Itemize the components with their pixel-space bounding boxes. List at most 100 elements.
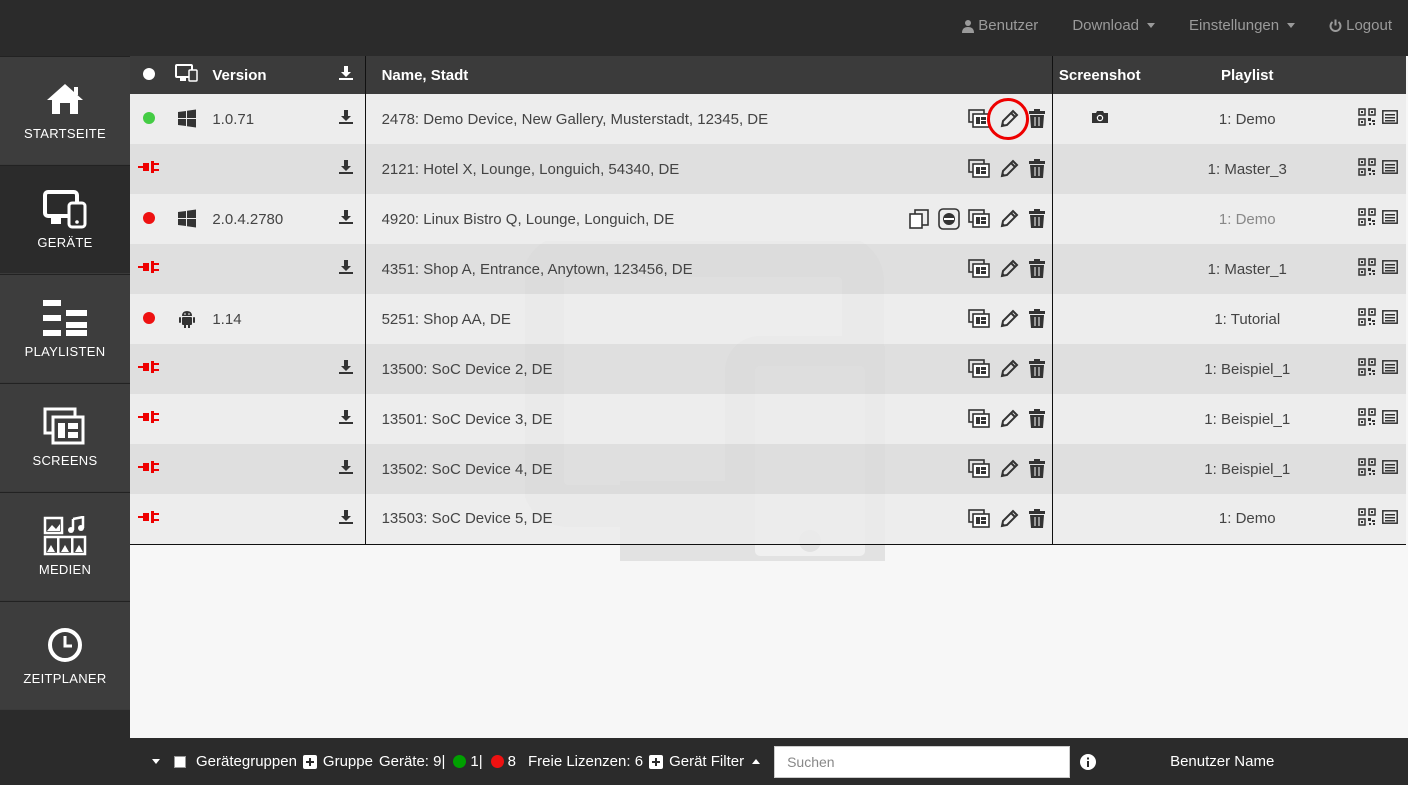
edit-pencil-icon[interactable] [998, 358, 1020, 380]
screenshot-column-header[interactable]: Screenshot [1051, 56, 1147, 94]
sidebar-item-screens[interactable]: SCREENS [0, 383, 130, 492]
screens-icon[interactable] [967, 259, 990, 279]
playlist-details-icon[interactable] [1382, 310, 1398, 324]
table-row[interactable]: 13501: SoC Device 3, DE 1: Beispiel_1 [130, 394, 1406, 444]
playlist-details-icon[interactable] [1382, 210, 1398, 224]
trash-icon[interactable] [1028, 359, 1046, 379]
table-row[interactable]: 4351: Shop A, Entrance, Anytown, 123456,… [130, 244, 1406, 294]
playlist-cell[interactable]: 1: Demo [1147, 94, 1348, 144]
playlist-details-icon[interactable] [1382, 509, 1398, 524]
screens-icon[interactable] [967, 309, 990, 329]
sidebar-item-zeitplaner[interactable]: ZEITPLANER [0, 601, 130, 710]
edit-pencil-icon[interactable] [998, 208, 1020, 230]
screens-icon[interactable] [967, 359, 990, 379]
playlist-details-icon[interactable] [1382, 260, 1398, 274]
edit-pencil-icon[interactable] [998, 258, 1020, 280]
download-icon[interactable] [338, 110, 353, 124]
playlist-details-icon[interactable] [1382, 410, 1398, 424]
table-row[interactable]: 13502: SoC Device 4, DE 1: Beispiel_1 [130, 444, 1406, 494]
qr-code-icon[interactable] [1358, 458, 1376, 476]
qr-code-icon[interactable] [1358, 308, 1376, 326]
version-column-header[interactable]: Version [206, 56, 317, 94]
table-row[interactable]: 1.14 5251: Shop AA, DE 1: Tutorial [130, 294, 1406, 344]
search-input[interactable] [774, 745, 1071, 778]
info-icon[interactable] [1080, 753, 1097, 770]
playlist-cell[interactable]: 1: Demo [1147, 194, 1348, 244]
device-name[interactable]: 4920: Linux Bistro Q, Lounge, Longuich, … [382, 211, 675, 228]
table-row[interactable]: 13503: SoC Device 5, DE 1: Demo [130, 494, 1406, 544]
playlist-cell[interactable]: 1: Master_1 [1147, 244, 1348, 294]
download-icon[interactable] [338, 210, 353, 224]
device-name[interactable]: 5251: Shop AA, DE [382, 311, 511, 328]
playlist-details-icon[interactable] [1382, 110, 1398, 124]
screens-icon[interactable] [967, 459, 990, 479]
settings-menu[interactable]: Einstellungen [1189, 17, 1296, 34]
remote-control-icon[interactable] [937, 208, 960, 230]
logout-button[interactable]: Logout [1329, 17, 1392, 34]
screens-icon[interactable] [967, 159, 990, 179]
download-icon[interactable] [338, 509, 353, 524]
device-name[interactable]: 13501: SoC Device 3, DE [382, 411, 553, 428]
edit-pencil-icon[interactable] [998, 158, 1020, 180]
edit-pencil-icon[interactable] [998, 458, 1020, 480]
playlist-cell[interactable]: 1: Tutorial [1147, 294, 1348, 344]
camera-icon[interactable] [1091, 110, 1109, 124]
edit-pencil-icon[interactable] [998, 508, 1020, 530]
trash-icon[interactable] [1028, 259, 1046, 279]
table-row[interactable]: 2.0.4.2780 4920: Linux Bistro Q, Lounge,… [130, 194, 1406, 244]
trash-icon[interactable] [1028, 309, 1046, 329]
trash-icon[interactable] [1028, 459, 1046, 479]
download-icon[interactable] [338, 160, 353, 174]
sidebar-item-playlisten[interactable]: PLAYLISTEN [0, 274, 130, 383]
user-menu[interactable]: Benutzer [962, 17, 1038, 34]
device-name[interactable]: 2121: Hotel X, Lounge, Longuich, 54340, … [382, 161, 680, 178]
playlist-cell[interactable]: 1: Demo [1147, 494, 1348, 544]
qr-code-icon[interactable] [1358, 208, 1376, 226]
playlist-cell[interactable]: 1: Beispiel_1 [1147, 344, 1348, 394]
table-row[interactable]: 13500: SoC Device 2, DE 1: Beispiel_1 [130, 344, 1406, 394]
screens-icon[interactable] [967, 409, 990, 429]
qr-code-icon[interactable] [1358, 108, 1376, 126]
download-menu[interactable]: Download [1072, 17, 1156, 34]
playlist-details-icon[interactable] [1382, 460, 1398, 474]
device-name[interactable]: 2478: Demo Device, New Gallery, Musterst… [382, 111, 769, 128]
device-name[interactable]: 4351: Shop A, Entrance, Anytown, 123456,… [382, 261, 693, 278]
download-icon[interactable] [338, 410, 353, 424]
device-name[interactable]: 13503: SoC Device 5, DE [382, 510, 553, 527]
playlist-column-header[interactable]: Playlist [1147, 56, 1348, 94]
qr-code-icon[interactable] [1358, 508, 1376, 526]
screens-icon[interactable] [967, 508, 990, 529]
download-icon[interactable] [338, 460, 353, 474]
sidebar-item-geraete[interactable]: GERÄTE [0, 165, 130, 274]
trash-icon[interactable] [1028, 109, 1046, 129]
playlist-cell[interactable]: 1: Beispiel_1 [1147, 394, 1348, 444]
qr-code-icon[interactable] [1358, 258, 1376, 276]
qr-code-icon[interactable] [1358, 158, 1376, 176]
trash-icon[interactable] [1028, 159, 1046, 179]
qr-code-icon[interactable] [1358, 408, 1376, 426]
playlist-cell[interactable]: 1: Beispiel_1 [1147, 444, 1348, 494]
table-row[interactable]: 2121: Hotel X, Lounge, Longuich, 54340, … [130, 144, 1406, 194]
playlist-cell[interactable]: 1: Master_3 [1147, 144, 1348, 194]
qr-code-icon[interactable] [1358, 358, 1376, 376]
trash-icon[interactable] [1028, 209, 1046, 229]
download-column-header[interactable] [317, 56, 365, 94]
groups-checkbox[interactable] [174, 755, 186, 768]
name-column-header[interactable]: Name, Stadt [364, 56, 1053, 94]
os-column-header[interactable] [168, 56, 206, 94]
screens-icon[interactable] [967, 209, 990, 229]
edit-pencil-icon[interactable] [998, 308, 1020, 330]
download-icon[interactable] [338, 260, 353, 274]
sidebar-item-medien[interactable]: MEDIEN [0, 492, 130, 601]
copy-icon[interactable] [908, 209, 930, 229]
trash-icon[interactable] [1028, 508, 1046, 529]
trash-icon[interactable] [1028, 409, 1046, 429]
collapse-toggle[interactable] [152, 759, 160, 764]
sidebar-item-startseite[interactable]: STARTSEITE [0, 56, 130, 165]
device-name[interactable]: 13500: SoC Device 2, DE [382, 361, 553, 378]
add-group-button[interactable]: Gruppe [302, 753, 373, 770]
download-icon[interactable] [338, 360, 353, 374]
device-name[interactable]: 13502: SoC Device 4, DE [382, 461, 553, 478]
status-column-header[interactable] [130, 56, 168, 94]
playlist-details-icon[interactable] [1382, 160, 1398, 174]
